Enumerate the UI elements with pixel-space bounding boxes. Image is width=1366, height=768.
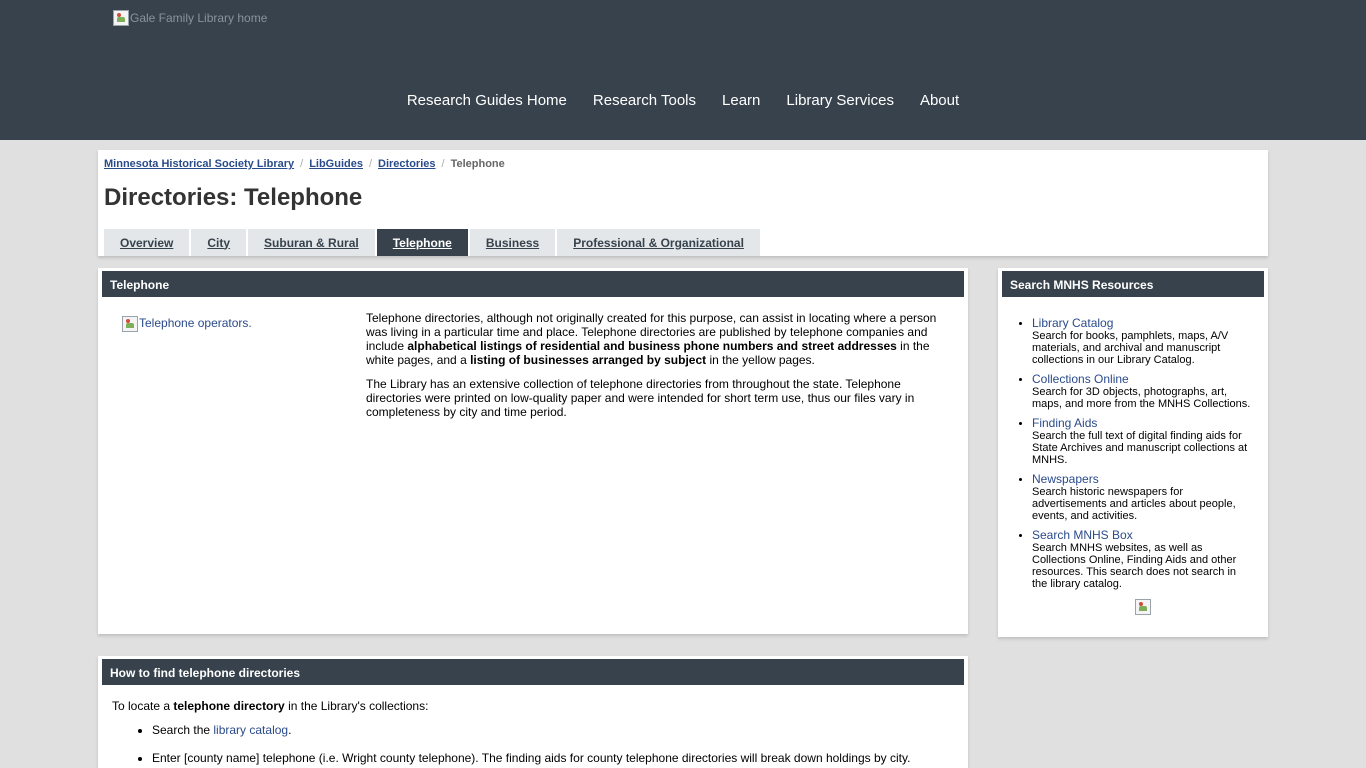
image-alt-text: Telephone operators. (139, 316, 252, 330)
resource-description: Search for books, pamphlets, maps, A/V m… (1032, 330, 1229, 366)
bold-text: telephone directory (173, 699, 285, 713)
guide-tabs: Overview City Suburan & Rural Telephone … (104, 229, 762, 256)
telephone-description: Telephone directories, although not orig… (366, 311, 942, 429)
breadcrumb-separator: / (368, 158, 373, 170)
library-catalog-link[interactable]: library catalog (213, 723, 288, 737)
list-item: Finding AidsSearch the full text of digi… (1032, 416, 1254, 466)
nav-library-services[interactable]: Library Services (786, 92, 894, 109)
tab-business[interactable]: Business (469, 229, 556, 256)
logo-alt-text: Gale Family Library home (130, 11, 268, 25)
breadcrumb-current: Telephone (450, 158, 505, 170)
resource-description: Search for 3D objects, photographs, art,… (1032, 386, 1251, 410)
text-segment: in the yellow pages. (706, 353, 815, 367)
nav-about[interactable]: About (920, 92, 959, 109)
list-item: Library CatalogSearch for books, pamphle… (1032, 316, 1254, 366)
collections-online-link[interactable]: Collections Online (1032, 372, 1254, 386)
top-navigation: Research Guides Home Research Tools Lear… (0, 92, 1366, 109)
tab-overview[interactable]: Overview (104, 229, 190, 256)
newspapers-link[interactable]: Newspapers (1032, 472, 1254, 486)
list-item: Collections OnlineSearch for 3D objects,… (1032, 372, 1254, 410)
bold-text: alphabetical listings of residential and… (407, 339, 897, 353)
list-item: NewspapersSearch historic newspapers for… (1032, 472, 1254, 522)
resource-list: Library CatalogSearch for books, pamphle… (1032, 316, 1254, 596)
tab-suburban-rural[interactable]: Suburan & Rural (248, 229, 375, 256)
breadcrumb-directories[interactable]: Directories (378, 158, 435, 170)
tab-city[interactable]: City (191, 229, 247, 256)
bold-text: listing of businesses arranged by subjec… (470, 353, 707, 367)
breadcrumb-separator: / (441, 158, 445, 170)
library-logo-link[interactable]: Gale Family Library home (113, 10, 267, 26)
text-segment: . (288, 723, 292, 737)
page-title: Directories: Telephone (104, 184, 363, 211)
telephone-box: Telephone Telephone operators. Telephone… (98, 268, 968, 634)
text-segment: To locate a (112, 699, 174, 713)
how-to-find-list: Search the library catalog. Enter [count… (152, 723, 952, 768)
resource-description: Search the full text of digital finding … (1032, 430, 1248, 466)
broken-image-icon (113, 10, 129, 26)
list-item: Enter [county name] telephone (i.e. Wrig… (152, 751, 952, 765)
text-segment: Search the (152, 723, 214, 737)
finding-aids-link[interactable]: Finding Aids (1032, 416, 1254, 430)
telephone-paragraph-2: The Library has an extensive collection … (366, 377, 915, 419)
how-to-find-intro: To locate a telephone directory in the L… (112, 699, 428, 713)
list-item: Search the library catalog. (152, 723, 952, 737)
breadcrumb-mnhs-library[interactable]: Minnesota Historical Society Library (104, 158, 294, 170)
text-segment: in the Library's collections: (284, 699, 429, 713)
breadcrumb-libguides[interactable]: LibGuides (309, 158, 363, 170)
search-resources-heading: Search MNHS Resources (1002, 271, 1264, 297)
site-header: Gale Family Library home Research Guides… (0, 0, 1366, 140)
telephone-operators-image: Telephone operators. (122, 316, 252, 332)
tab-telephone[interactable]: Telephone (376, 229, 468, 256)
resource-description: Search MNHS websites, as well as Collect… (1032, 542, 1237, 590)
how-to-find-box: How to find telephone directories To loc… (98, 656, 968, 768)
breadcrumb-separator: / (300, 158, 304, 170)
resource-description: Search historic newspapers for advertise… (1032, 486, 1236, 522)
library-catalog-resource-link[interactable]: Library Catalog (1032, 316, 1254, 330)
nav-research-tools[interactable]: Research Tools (593, 92, 696, 109)
tab-professional-organizational[interactable]: Professional & Organizational (557, 229, 760, 256)
search-mnhs-box-link[interactable]: Search MNHS Box (1032, 528, 1254, 542)
telephone-paragraph-1: Telephone directories, although not orig… (366, 311, 942, 367)
list-item: Search MNHS BoxSearch MNHS websites, as … (1032, 528, 1254, 590)
broken-image-icon (1135, 599, 1151, 615)
how-to-find-heading: How to find telephone directories (102, 659, 964, 685)
search-resources-box: Search MNHS Resources Library CatalogSea… (998, 268, 1268, 637)
nav-learn[interactable]: Learn (722, 92, 760, 109)
broken-image-icon (122, 316, 138, 332)
nav-research-guides-home[interactable]: Research Guides Home (407, 92, 567, 109)
title-panel: Minnesota Historical Society Library / L… (98, 150, 1268, 256)
telephone-box-heading: Telephone (102, 271, 964, 297)
breadcrumb: Minnesota Historical Society Library / L… (104, 158, 505, 170)
